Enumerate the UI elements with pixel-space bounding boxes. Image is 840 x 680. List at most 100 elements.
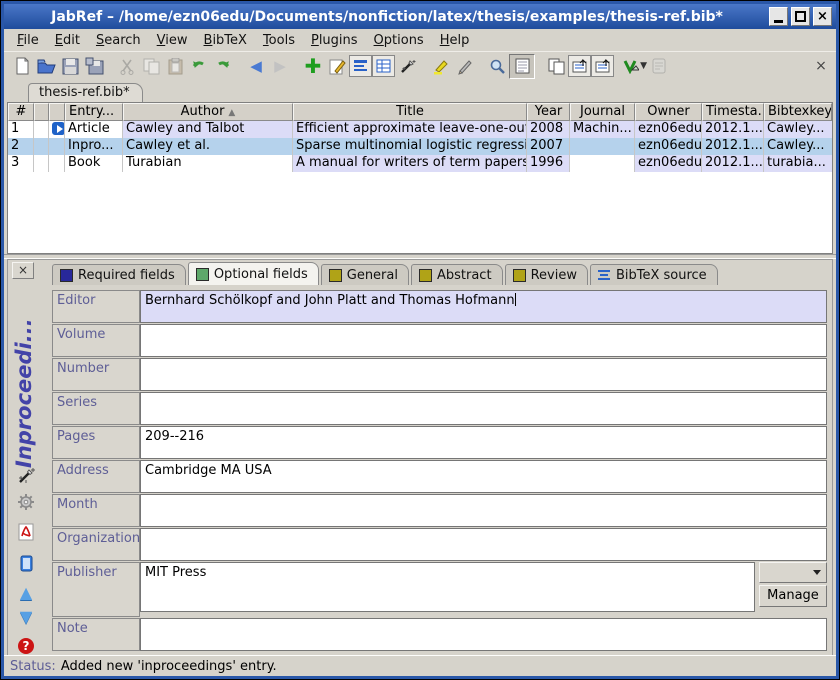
editor-field-input[interactable]: Bernhard Schölkopf and John Platt and Th… [140, 290, 827, 323]
copy-key-icon[interactable] [544, 54, 568, 78]
question-mark-icon: ? [18, 638, 34, 654]
cleanup-wand-icon[interactable] [395, 54, 419, 78]
header-timestamp[interactable]: Timesta... [702, 103, 764, 121]
menu-search[interactable]: Search [89, 31, 148, 50]
toolbar-close-icon[interactable]: × [812, 58, 830, 74]
print-icon[interactable] [647, 54, 671, 78]
header-year[interactable]: Year [527, 103, 570, 121]
cell-timestamp: 2012.1... [702, 155, 764, 172]
address-field-input[interactable]: Cambridge MA USA [140, 460, 827, 493]
back-icon[interactable]: ◀ [244, 54, 268, 78]
number-field-input[interactable] [140, 358, 827, 391]
undo-icon[interactable] [187, 54, 211, 78]
forward-icon[interactable]: ▶ [268, 54, 292, 78]
pdf-icon[interactable] [16, 522, 36, 542]
editor-close-button[interactable]: × [12, 262, 34, 279]
header-entrytype[interactable]: Entry... [65, 103, 123, 121]
close-icon: × [817, 9, 828, 24]
tab-optional-fields[interactable]: Optional fields [188, 262, 319, 285]
field-label-note: Note [52, 618, 140, 651]
note-field-input[interactable] [140, 618, 827, 651]
title-bar[interactable]: JabRef – /home/ezn06edu/Documents/nonfic… [4, 4, 836, 29]
header-num[interactable]: # [8, 103, 34, 121]
cut-icon[interactable] [115, 54, 139, 78]
general-icon [329, 269, 342, 282]
new-entry-icon[interactable]: ✚ [301, 54, 325, 78]
header-owner[interactable]: Owner [635, 103, 702, 121]
redo-icon[interactable] [211, 54, 235, 78]
cell-owner: ezn06edu [635, 121, 702, 138]
tab-required-fields[interactable]: Required fields [52, 264, 186, 285]
menu-file[interactable]: File [10, 31, 46, 50]
maximize-button[interactable] [791, 7, 810, 26]
table-row[interactable]: 3 Book Turabian A manual for writers of … [8, 155, 832, 172]
header-title[interactable]: Title [293, 103, 527, 121]
help-icon[interactable]: ? [16, 636, 36, 655]
publisher-dropdown[interactable] [759, 562, 827, 583]
back-triangle: ◀ [250, 59, 262, 74]
optional-fields-icon [196, 268, 209, 281]
save-all-icon[interactable] [82, 54, 106, 78]
copy-icon[interactable] [139, 54, 163, 78]
open-database-icon[interactable] [34, 54, 58, 78]
table-empty-area[interactable] [8, 172, 832, 253]
search-icon[interactable] [485, 54, 509, 78]
tab-bibtex-source[interactable]: BibTeX source [590, 264, 718, 285]
close-button[interactable]: × [813, 7, 832, 26]
menu-bibtex[interactable]: BibTeX [197, 31, 254, 50]
organization-field-input[interactable] [140, 528, 827, 561]
manage-button[interactable]: Manage [759, 585, 827, 607]
cell-num: 2 [8, 138, 34, 155]
cell-link [49, 138, 65, 155]
previous-entry-icon[interactable]: ▲ [16, 582, 36, 602]
external-link-icon[interactable] [52, 122, 65, 135]
menu-tools[interactable]: Tools [256, 31, 302, 50]
toggle-preview-icon[interactable] [509, 54, 535, 79]
volume-field-input[interactable] [140, 324, 827, 357]
sort-ascending-icon: ▲ [228, 108, 235, 118]
autoset-gear-icon[interactable] [16, 492, 36, 512]
field-row-note: Note [52, 618, 827, 651]
push-to-application-alt-icon[interactable] [591, 55, 614, 77]
series-field-input[interactable] [140, 392, 827, 425]
next-entry-icon[interactable]: ▼ [16, 606, 36, 626]
menu-view[interactable]: View [150, 31, 195, 50]
month-field-input[interactable] [140, 494, 827, 527]
database-tab[interactable]: thesis-ref.bib* [28, 83, 143, 102]
cell-blank [34, 155, 49, 172]
menu-plugins[interactable]: Plugins [304, 31, 365, 50]
pages-field-input[interactable]: 209--216 [140, 426, 827, 459]
save-database-icon[interactable] [58, 54, 82, 78]
tab-review[interactable]: Review [505, 264, 588, 285]
tab-general[interactable]: General [321, 264, 409, 285]
header-blank2[interactable] [49, 103, 65, 121]
maximize-icon [795, 11, 806, 22]
database-tab-strip: thesis-ref.bib* [4, 80, 836, 102]
table-row-selected[interactable]: 2 Inpro... Cawley et al. Sparse multinom… [8, 138, 832, 155]
unmark-entries-icon[interactable] [452, 54, 476, 78]
generate-key-wand-icon[interactable] [16, 466, 36, 486]
table-header-row: # Entry... Author▲ Title Year Journal Ow… [8, 103, 832, 121]
menu-help[interactable]: Help [433, 31, 477, 50]
push-to-application-icon[interactable] [568, 55, 591, 77]
edit-entry-icon[interactable] [325, 54, 349, 78]
publisher-field-group: MIT Press Manage [140, 562, 827, 617]
header-journal[interactable]: Journal [570, 103, 635, 121]
header-bibtexkey[interactable]: Bibtexkey [764, 103, 832, 121]
edit-preamble-icon[interactable] [349, 55, 372, 77]
table-row[interactable]: 1 Article Cawley and Talbot Efficient ap… [8, 121, 832, 138]
menu-options[interactable]: Options [367, 31, 431, 50]
mark-entries-icon[interactable] [428, 54, 452, 78]
header-blank1[interactable] [34, 103, 49, 121]
push-to-latex-icon[interactable]: ▼ [623, 54, 647, 78]
cell-author: Cawley et al. [123, 138, 293, 155]
minimize-button[interactable] [769, 7, 788, 26]
tab-abstract[interactable]: Abstract [411, 264, 503, 285]
publisher-field-input[interactable]: MIT Press [140, 562, 755, 612]
header-author[interactable]: Author▲ [123, 103, 293, 121]
menu-edit[interactable]: Edit [48, 31, 87, 50]
edit-strings-icon[interactable] [372, 55, 395, 77]
new-database-icon[interactable] [10, 54, 34, 78]
paste-icon[interactable] [163, 54, 187, 78]
file-page-icon[interactable] [16, 554, 36, 574]
